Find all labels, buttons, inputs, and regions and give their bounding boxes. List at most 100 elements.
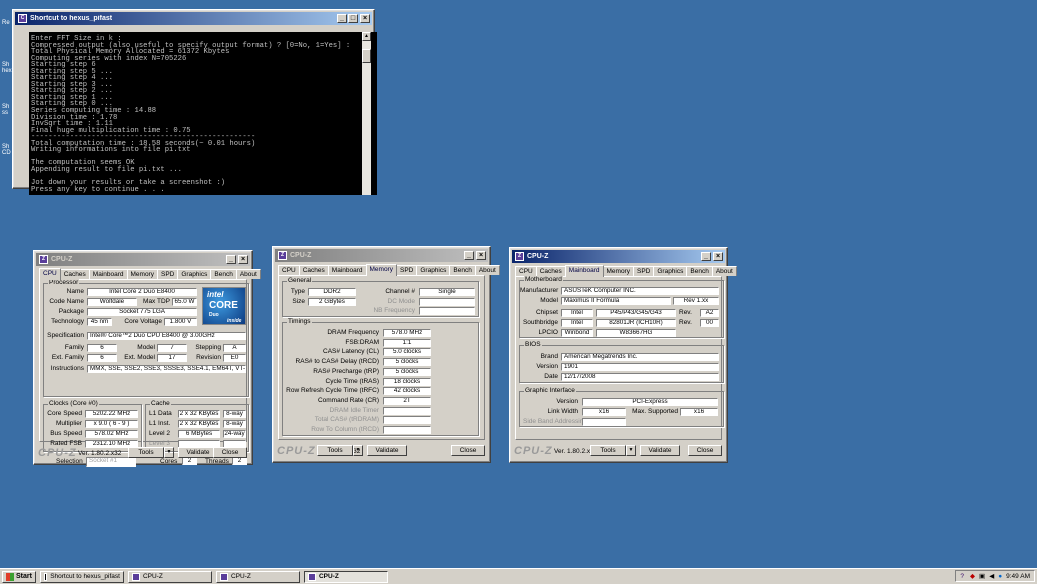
cpuz-footer: CPU-ZVer. 1.80.2.x32Tools▼ValidateClose <box>510 443 727 459</box>
desktop-icon-label[interactable]: CD <box>2 150 11 156</box>
field-label: Core Speed <box>47 410 82 417</box>
timings-group: Timings DRAM Frequency 578.0 MHz FSB:DRAM 1… <box>282 318 479 436</box>
taskbar-item-cpuz-active[interactable]: CPU-Z <box>303 570 388 583</box>
taskbar-item-cpuz[interactable]: CPU-Z <box>127 570 212 583</box>
tab-graphics[interactable]: Graphics <box>177 269 212 279</box>
close-button[interactable]: Close <box>451 445 485 456</box>
update-icon[interactable]: ● <box>998 573 1002 580</box>
desktop-icon-label[interactable]: Re <box>2 20 10 26</box>
clock[interactable]: 9:49 AM <box>1006 573 1030 580</box>
group-title: BIOS <box>524 341 542 349</box>
tab-graphics[interactable]: Graphics <box>653 266 688 276</box>
package: Socket 775 LGA <box>87 308 197 316</box>
timing-value: 1:1 <box>383 338 431 347</box>
timing-label: Total CAS# (tRDRAM) <box>314 416 379 424</box>
tab-cpu[interactable]: CPU <box>278 265 300 275</box>
close-icon[interactable]: × <box>476 251 486 260</box>
chevron-down-icon[interactable]: ▼ <box>626 445 636 456</box>
validate-button[interactable]: Validate <box>640 445 680 456</box>
start-label: Start <box>16 572 32 580</box>
volume-icon[interactable]: ◀ <box>989 572 994 580</box>
console-scrollbar[interactable]: ▲ <box>362 32 371 195</box>
tab-mainboard[interactable]: Mainboard <box>564 265 604 277</box>
tab-about[interactable]: About <box>235 269 261 279</box>
cpuz-window-mainboard[interactable]: Z CPU-Z _ × CPU Caches Mainboard Memory SPD G… <box>509 247 737 463</box>
tab-mainboard[interactable]: Mainboard <box>327 265 367 275</box>
field-label: Max. Supported <box>632 408 678 415</box>
cpuz-titlebar[interactable]: Z CPU-Z _ × <box>36 253 250 266</box>
maximize-icon[interactable]: □ <box>348 14 358 23</box>
field-label: DC Mode <box>387 298 415 305</box>
tab-about[interactable]: About <box>711 266 737 276</box>
tab-spd[interactable]: SPD <box>156 269 179 279</box>
field-label: Channel # <box>385 288 415 295</box>
close-button[interactable]: Close <box>688 445 722 456</box>
taskbar-label: CPU-Z <box>230 572 251 580</box>
minimize-icon[interactable]: _ <box>337 14 347 23</box>
tab-cpu[interactable]: CPU <box>39 268 61 280</box>
tab-caches[interactable]: Caches <box>535 266 566 276</box>
tab-cpu[interactable]: CPU <box>515 266 537 276</box>
timing-value: 18 clocks <box>383 377 431 386</box>
console-output[interactable]: Enter FFT Size in k : Compressed output (… <box>29 32 377 195</box>
minimize-icon[interactable]: _ <box>226 255 236 264</box>
close-icon[interactable]: × <box>360 14 370 23</box>
southbridge-vendor: Intel <box>561 319 593 327</box>
shield-icon[interactable]: ◆ <box>970 572 975 580</box>
network-icon[interactable]: ▣ <box>979 572 985 580</box>
tab-bench[interactable]: Bench <box>686 266 713 276</box>
tab-memory[interactable]: Memory <box>365 264 397 276</box>
close-icon[interactable]: × <box>238 255 248 264</box>
scroll-up-icon[interactable]: ▲ <box>362 32 371 41</box>
console-window[interactable]: C Shortcut to hexus_pifast _ □ × Enter F… <box>12 9 377 195</box>
cpuz-titlebar[interactable]: Z CPU-Z _ × <box>512 250 725 263</box>
tab-about[interactable]: About <box>474 265 500 275</box>
minimize-icon[interactable]: _ <box>464 251 474 260</box>
tab-memory[interactable]: Memory <box>126 269 158 279</box>
tools-button[interactable]: Tools <box>590 445 626 456</box>
specification: Intel® Core™2 Duo CPU E8400 @ 3.00GHz <box>87 332 246 340</box>
console-titlebar[interactable]: C Shortcut to hexus_pifast _ □ × <box>15 12 372 25</box>
tab-spd[interactable]: SPD <box>395 265 418 275</box>
tools-button[interactable]: Tools <box>128 447 164 458</box>
cpuz-titlebar[interactable]: Z CPU-Z _ × <box>275 249 488 262</box>
validate-button[interactable]: Validate <box>367 445 407 456</box>
tab-bench[interactable]: Bench <box>210 269 237 279</box>
nb-frequency <box>419 307 475 315</box>
field-label: Family <box>64 344 84 351</box>
tab-mainboard[interactable]: Mainboard <box>88 269 128 279</box>
minimize-icon[interactable]: _ <box>701 252 711 261</box>
cpuz-icon <box>131 572 140 581</box>
taskbar-item-console[interactable]: Shortcut to hexus_pifast <box>39 570 124 583</box>
timing-value: 42 clocks <box>383 387 431 396</box>
field-label: Version <box>536 363 558 370</box>
tab-memory[interactable]: Memory <box>602 266 634 276</box>
chevron-down-icon[interactable]: ▼ <box>353 445 363 456</box>
intel-core2-logo: intel CORE Duo inside <box>202 287 246 325</box>
chipset-vendor: Intel <box>561 309 593 317</box>
lpcio: W83667HG <box>596 329 676 337</box>
close-button[interactable]: Close <box>213 447 247 458</box>
tab-caches[interactable]: Caches <box>59 269 90 279</box>
help-icon[interactable]: ? <box>960 573 964 580</box>
desktop-icon-label[interactable]: hex <box>2 68 12 74</box>
taskbar-item-cpuz[interactable]: CPU-Z <box>215 570 300 583</box>
cpuz-tabs: CPU Caches Mainboard Memory SPD Graphics Bench… <box>39 268 261 280</box>
tab-bench[interactable]: Bench <box>449 265 476 275</box>
timing-value <box>383 406 431 415</box>
tools-button[interactable]: Tools <box>317 445 353 456</box>
chipset: P45/P43/G45/G43 <box>596 309 676 317</box>
tab-spd[interactable]: SPD <box>632 266 655 276</box>
close-icon[interactable]: × <box>713 252 723 261</box>
timing-value: 5.0 clocks <box>383 348 431 357</box>
cpuz-window-cpu[interactable]: Z CPU-Z _ × CPU Caches Mainboard Memory SPD G… <box>33 250 261 467</box>
scroll-thumb[interactable] <box>362 49 371 63</box>
cpuz-window-memory[interactable]: Z CPU-Z _ × CPU Caches Mainboard Memory SPD G… <box>272 246 500 463</box>
start-button[interactable]: Start <box>2 570 36 583</box>
tab-caches[interactable]: Caches <box>298 265 329 275</box>
tab-graphics[interactable]: Graphics <box>416 265 451 275</box>
chevron-down-icon[interactable]: ▼ <box>164 447 174 458</box>
taskbar-label: CPU-Z <box>142 572 163 580</box>
validate-button[interactable]: Validate <box>178 447 218 458</box>
desktop-icon-label[interactable]: ss <box>2 110 8 116</box>
